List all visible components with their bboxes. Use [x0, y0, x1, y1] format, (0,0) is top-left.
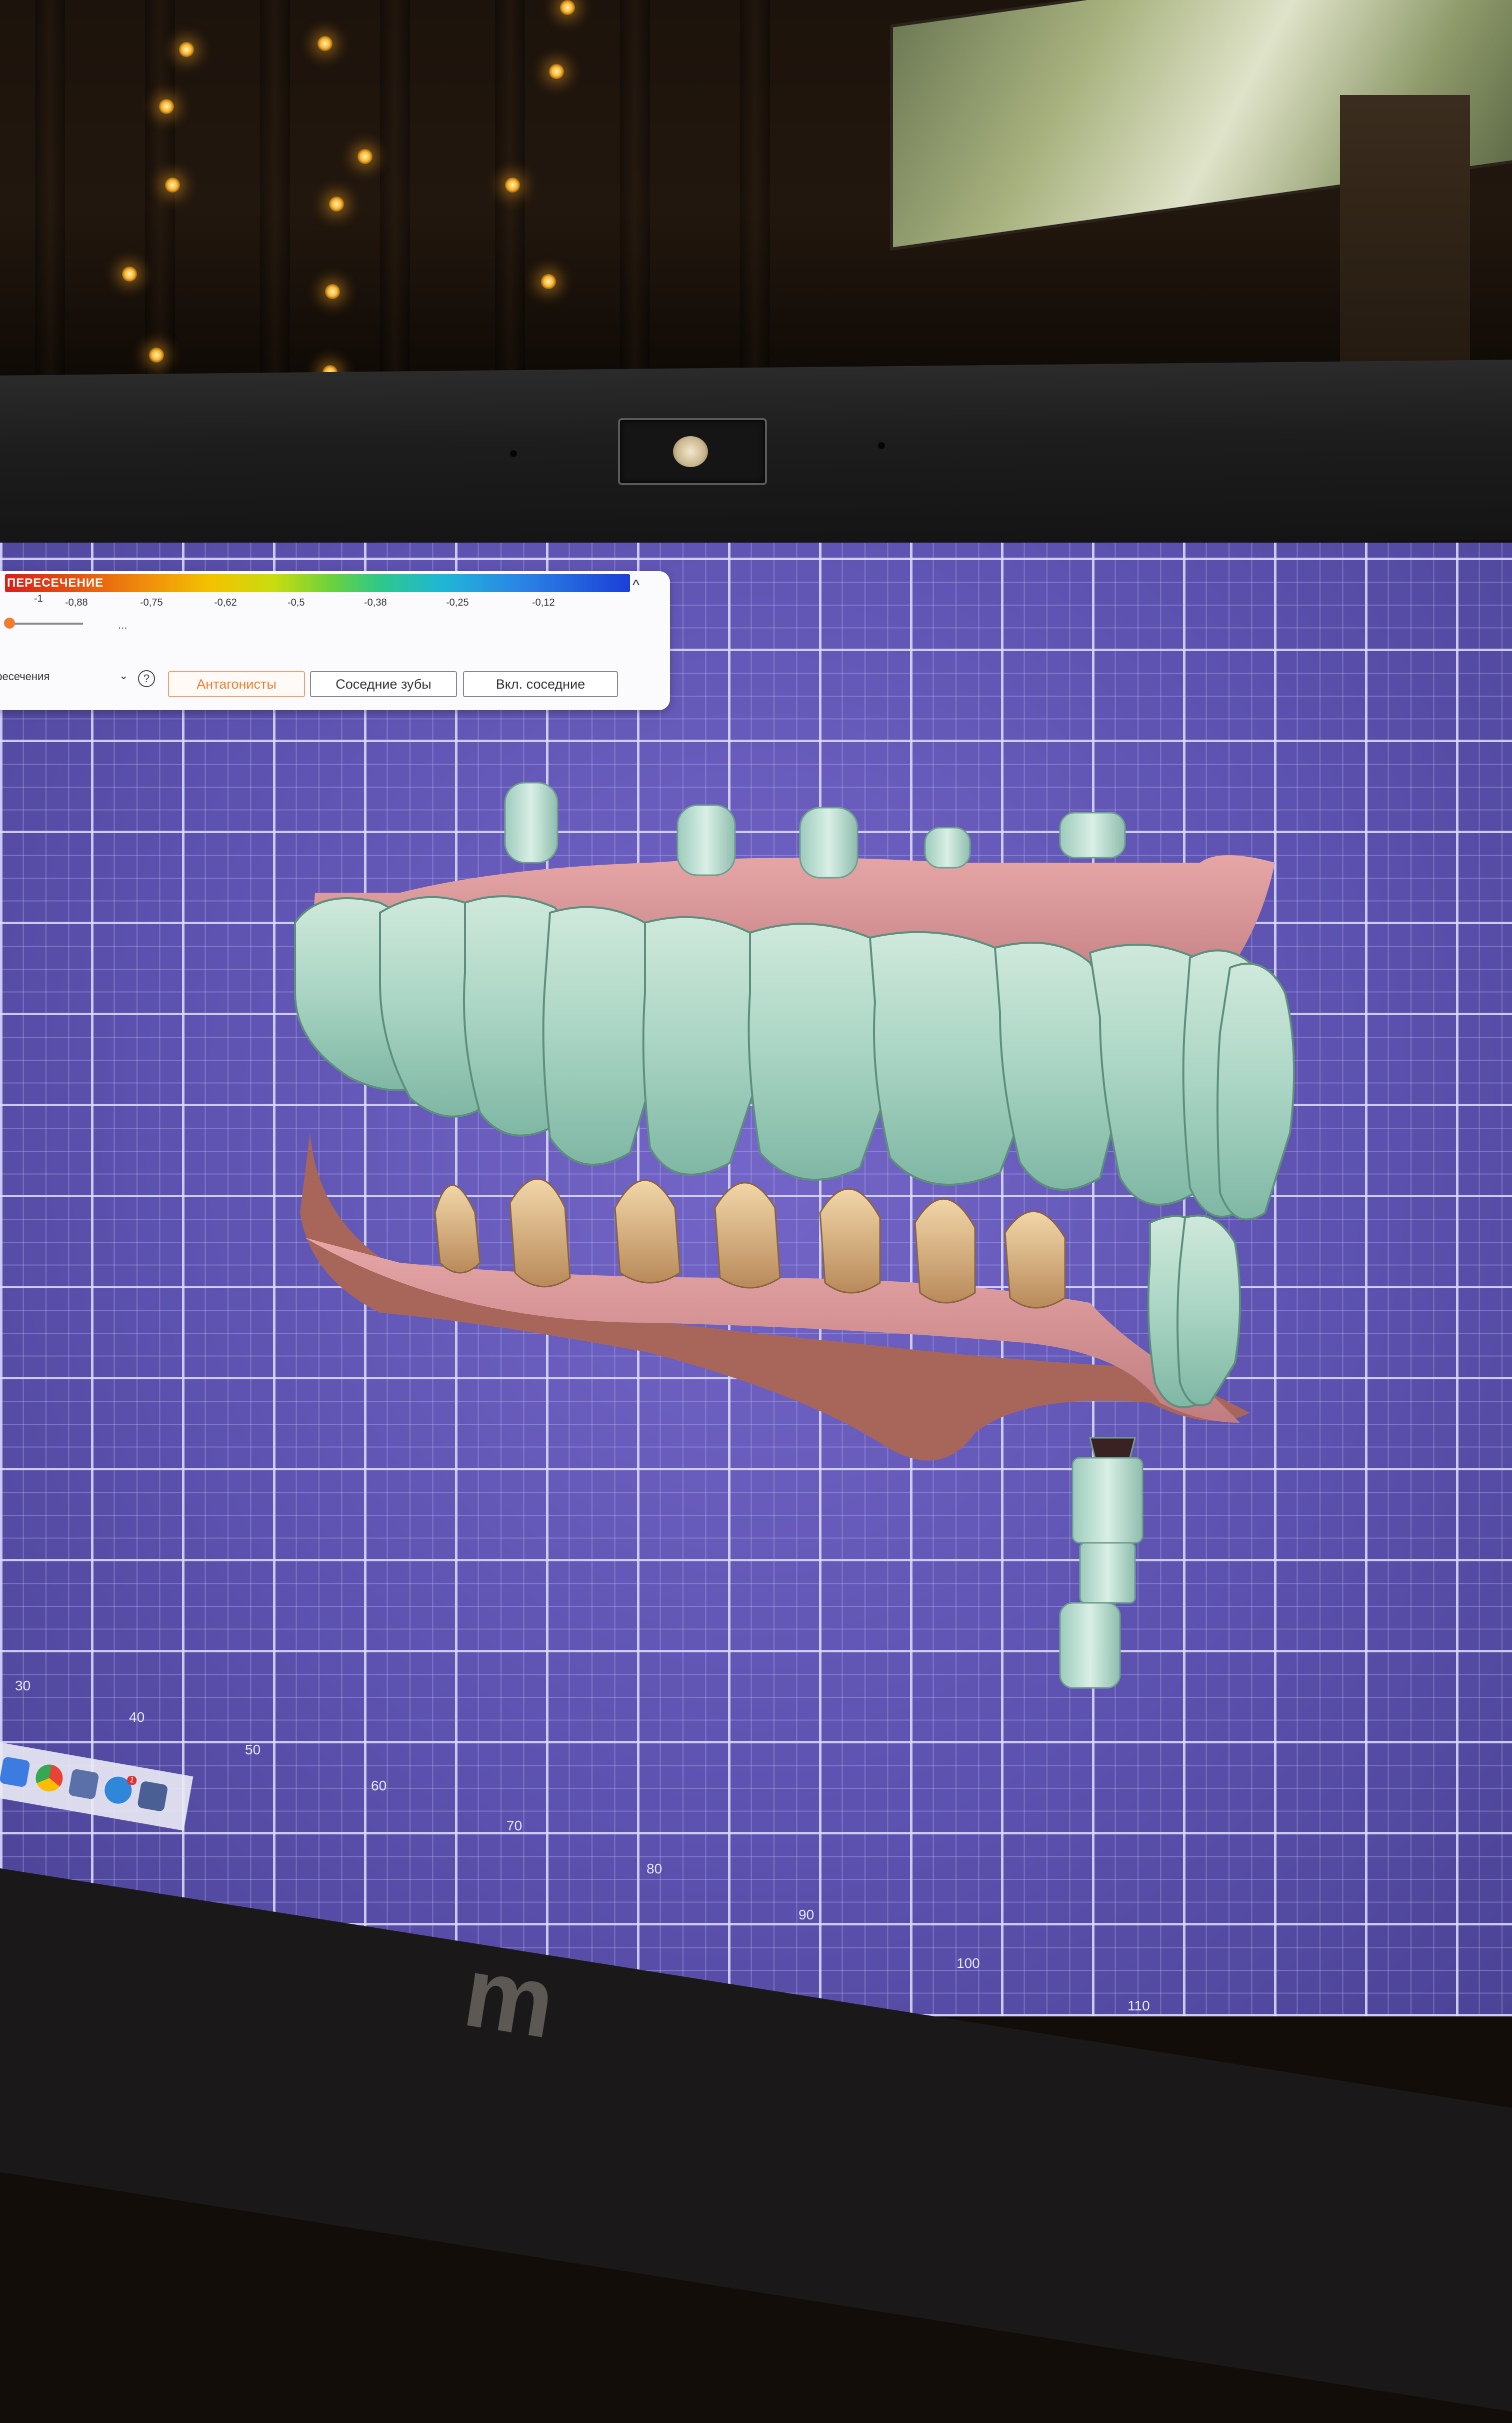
exocad-icon-2[interactable] [136, 1780, 168, 1812]
string-light [505, 178, 520, 193]
string-light [149, 348, 164, 363]
string-light [318, 36, 332, 51]
scale-tick: -0,62 [214, 597, 237, 608]
string-light [165, 178, 180, 193]
axis-label: 70 [506, 1818, 522, 1833]
room-background [0, 0, 1512, 380]
mode-dropdown[interactable]: ересечения [0, 670, 50, 683]
chrome-icon[interactable] [34, 1762, 65, 1794]
exocad-icon[interactable] [68, 1768, 100, 1800]
scale-tick: -0,38 [364, 597, 387, 608]
string-light [122, 267, 137, 282]
microphone-hole [878, 442, 885, 449]
string-light [329, 197, 344, 212]
string-light [325, 284, 340, 299]
string-light [179, 42, 194, 57]
axis-label: 110 [1128, 1998, 1150, 2013]
curtain-fold [260, 0, 290, 380]
webcam-lens [673, 436, 708, 467]
lower-implant [1059, 1437, 1144, 1689]
threshold-slider-track[interactable] [13, 623, 83, 625]
string-light [159, 99, 174, 114]
axis-label: 40 [129, 1709, 145, 1725]
cad-viewport[interactable]: 30 40 50 60 70 80 90 100 110 1 ПЕРЕСЕЧЕН… [0, 543, 1512, 2016]
badge-count: 1 [126, 1775, 138, 1786]
doorway [1340, 95, 1470, 365]
laptop-brand-logo: m [456, 1935, 566, 2060]
scale-tick: -0,25 [446, 597, 469, 608]
crown-bridge [294, 895, 1295, 1408]
string-light [549, 64, 564, 79]
chevron-down-icon[interactable]: ⌄ [119, 669, 128, 682]
webcam-shutter [618, 418, 767, 485]
dental-3d-model[interactable] [0, 543, 1512, 2016]
scale-tick: -0,12 [532, 597, 555, 608]
curtain-fold [35, 0, 65, 380]
chevron-up-icon[interactable]: ^ [632, 577, 640, 594]
axis-label: 90 [798, 1907, 814, 1922]
string-light [358, 149, 372, 164]
axis-label: 60 [371, 1778, 387, 1793]
axis-label: 30 [15, 1678, 31, 1693]
scale-tick: -1 [34, 593, 43, 604]
more-options[interactable]: ... [118, 619, 127, 632]
antagonists-button[interactable]: Антагонисты [168, 671, 305, 697]
curtain-fold [380, 0, 410, 380]
panel-title: ПЕРЕСЕЧЕНИЕ [7, 576, 104, 590]
include-adjacent-button[interactable]: Вкл. соседние [463, 671, 618, 697]
adjacent-teeth-button[interactable]: Соседние зубы [310, 671, 457, 697]
axis-label: 100 [956, 1955, 980, 1971]
windows-icon[interactable] [0, 1756, 30, 1788]
help-icon[interactable]: ? [138, 670, 155, 687]
scale-tick: -0,75 [140, 597, 163, 608]
scale-tick: -0,5 [288, 597, 305, 608]
microphone-hole [510, 450, 517, 457]
intersection-panel: ПЕРЕСЕЧЕНИЕ ^ -1 -0,88 -0,75 -0,62 -0,5 … [0, 571, 670, 710]
curtain-fold [620, 0, 650, 380]
app-badge-icon[interactable]: 1 [102, 1774, 138, 1806]
axis-label: 80 [646, 1861, 662, 1876]
string-light [560, 0, 575, 15]
threshold-slider-thumb[interactable] [4, 618, 15, 629]
scale-tick: -0,88 [65, 597, 88, 608]
axis-label: 50 [245, 1742, 261, 1757]
curtain-fold [740, 0, 770, 380]
string-light [541, 274, 556, 289]
